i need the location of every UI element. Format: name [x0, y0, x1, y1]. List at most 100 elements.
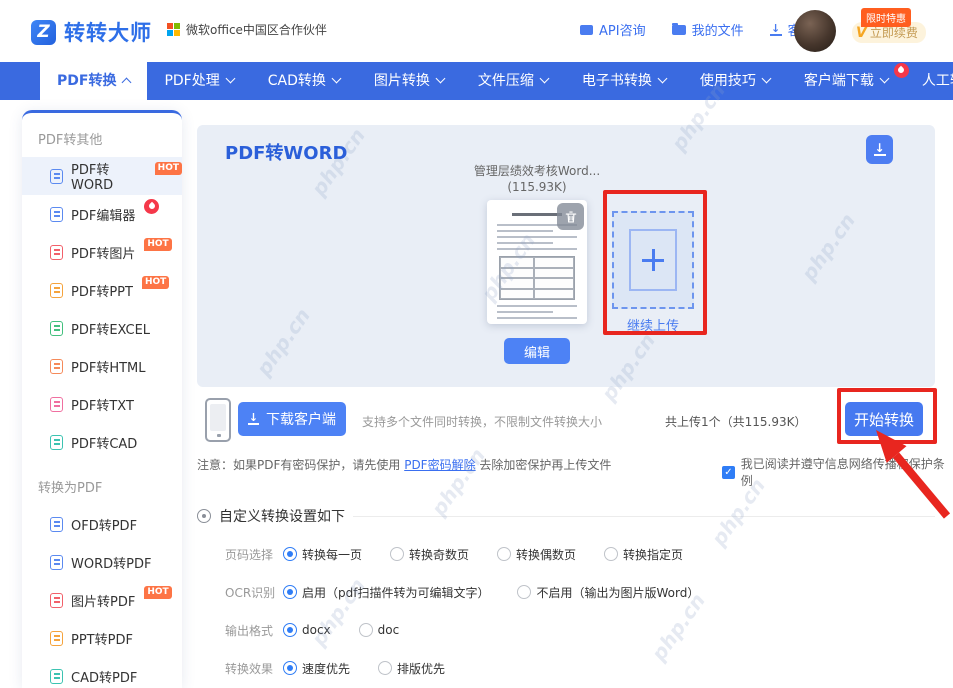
radio-icon[interactable]: [283, 547, 297, 561]
agreement-checkbox[interactable]: ✓: [722, 466, 735, 479]
api-consult-link[interactable]: API咨询: [580, 20, 646, 39]
chevron-down-icon: [879, 74, 889, 84]
nav-item-tips[interactable]: 使用技巧: [683, 62, 787, 100]
hot-badge: HOT: [155, 162, 182, 175]
upload-count: 共上传1个（共115.93K）: [665, 413, 807, 430]
doc-icon: [50, 169, 63, 184]
sidebar-item-word-to-pdf[interactable]: WORD转PDF: [22, 543, 182, 581]
doc-icon: [50, 669, 63, 684]
radio-icon[interactable]: [283, 661, 297, 675]
nav-item-client-download[interactable]: 客户端下载: [787, 62, 905, 100]
sidebar-item-ofd-to-pdf[interactable]: OFD转PDF: [22, 505, 182, 543]
sidebar-item-cad-to-pdf[interactable]: CAD转PDF: [22, 657, 182, 688]
hot-badge: HOT: [142, 276, 169, 289]
download-client-button[interactable]: ↓下载客户端: [238, 402, 346, 436]
sidebar-item-pdf-to-excel[interactable]: PDF转EXCEL: [22, 309, 182, 347]
password-note: 注意：如果PDF有密码保护，请先使用 PDF密码解除 去除加密保护再上传文件: [197, 456, 611, 473]
chevron-down-icon: [657, 74, 667, 84]
sidebar-item-pdf-to-cad[interactable]: PDF转CAD: [22, 423, 182, 461]
radio-option[interactable]: doc: [359, 623, 400, 637]
sidebar-item-pdf-to-word[interactable]: PDF转WORDHOT: [22, 157, 182, 195]
doc-icon: [50, 631, 63, 646]
sidebar-item-pdf-to-ppt[interactable]: PDF转PPTHOT: [22, 271, 182, 309]
radio-icon[interactable]: [604, 547, 618, 561]
sidebar-item-pdf-to-html[interactable]: PDF转HTML: [22, 347, 182, 385]
radio-option[interactable]: 转换每一页: [283, 546, 362, 563]
chevron-down-icon: [761, 74, 771, 84]
radio-icon[interactable]: [283, 623, 297, 637]
doc-icon: [50, 245, 63, 260]
doc-icon: [50, 593, 63, 608]
radio-icon[interactable]: [359, 623, 373, 637]
app-window: Z 转转大师 微软office中国区合作伙伴 API咨询 我的文件 ↓ 客户端 …: [0, 0, 953, 688]
setting-row-convert-effect: 转换效果 速度优先 排版优先: [197, 649, 935, 687]
nav-item-image-convert[interactable]: 图片转换: [357, 62, 461, 100]
header-links: API咨询 我的文件 ↓ 客户端: [580, 20, 827, 39]
radio-icon[interactable]: [378, 661, 392, 675]
radio-option[interactable]: 启用（pdf扫描件转为可编辑文字）: [283, 584, 489, 601]
radio-option[interactable]: 速度优先: [283, 660, 350, 677]
start-convert-button[interactable]: 开始转换: [845, 402, 923, 436]
user-avatar[interactable]: [794, 10, 836, 52]
chat-icon: [580, 25, 593, 35]
gear-icon: [197, 509, 211, 523]
divider: [353, 516, 935, 517]
fire-icon: [144, 199, 159, 214]
doc-icon: [50, 397, 63, 412]
continue-upload-label: 继续上传: [604, 315, 702, 334]
delete-file-button[interactable]: [557, 203, 584, 230]
pdf-password-remove-link[interactable]: PDF密码解除: [404, 458, 475, 472]
sidebar-item-pdf-to-image[interactable]: PDF转图片HOT: [22, 233, 182, 271]
chevron-down-icon: [435, 74, 445, 84]
edit-button[interactable]: 编辑: [504, 338, 570, 364]
sidebar-item-image-to-pdf[interactable]: 图片转PDFHOT: [22, 581, 182, 619]
radio-icon[interactable]: [283, 585, 297, 599]
download-icon: ↓: [770, 24, 782, 36]
logo[interactable]: Z 转转大师: [31, 17, 152, 47]
download-icon: ↓: [248, 413, 259, 425]
nav-item-ebook-convert[interactable]: 电子书转换: [565, 62, 683, 100]
continue-upload-dropzone[interactable]: [612, 211, 694, 309]
download-icon: ↓: [874, 143, 886, 156]
sidebar-item-pdf-editor[interactable]: PDF编辑器: [22, 195, 182, 233]
logo-icon: Z: [31, 20, 56, 45]
agreement-row: ✓ 我已阅读并遵守信息网络传播权保护条例: [722, 455, 953, 489]
radio-option[interactable]: docx: [283, 623, 331, 637]
support-text: 支持多个文件同时转换，不限制文件转换大小: [362, 413, 602, 430]
phone-icon: [205, 398, 231, 442]
panel-download-button[interactable]: ↓: [866, 135, 893, 164]
setting-row-ocr: OCR识别 启用（pdf扫描件转为可编辑文字） 不启用（输出为图片版Word）: [197, 573, 935, 611]
nav-item-file-compress[interactable]: 文件压缩: [461, 62, 565, 100]
nav-item-manual-convert[interactable]: 人工转换HOT: [905, 62, 953, 100]
sidebar-item-pdf-to-txt[interactable]: PDF转TXT: [22, 385, 182, 423]
chevron-down-icon: [539, 74, 549, 84]
nav-item-cad-convert[interactable]: CAD转换: [251, 62, 357, 100]
trash-icon: [564, 210, 578, 224]
radio-option[interactable]: 不启用（输出为图片版Word）: [517, 584, 699, 601]
doc-icon: [50, 321, 63, 336]
promo-badge: 限时特惠: [861, 8, 911, 27]
my-files-link[interactable]: 我的文件: [672, 20, 744, 39]
sidebar-item-ppt-to-pdf[interactable]: PPT转PDF: [22, 619, 182, 657]
chevron-down-icon: [331, 74, 341, 84]
radio-icon[interactable]: [497, 547, 511, 561]
radio-icon[interactable]: [517, 585, 531, 599]
setting-row-output-format: 输出格式 docx doc: [197, 611, 935, 649]
nav-item-pdf-process[interactable]: PDF处理: [147, 62, 250, 100]
settings-header: 自定义转换设置如下: [197, 506, 935, 526]
sidebar-section-title: PDF转其他: [22, 113, 182, 157]
radio-option[interactable]: 转换偶数页: [497, 546, 576, 563]
doc-icon: [50, 555, 63, 570]
settings-rows: 页码选择 转换每一页 转换奇数页 转换偶数页 转换指定页 OCR识别 启用（pd…: [197, 535, 935, 687]
doc-icon: [50, 435, 63, 450]
nav-item-pdf-convert[interactable]: PDF转换: [40, 62, 147, 100]
folder-icon: [672, 25, 686, 35]
microsoft-logo-icon: [167, 23, 180, 36]
radio-option[interactable]: 排版优先: [378, 660, 445, 677]
header: Z 转转大师 微软office中国区合作伙伴 API咨询 我的文件 ↓ 客户端 …: [0, 0, 953, 62]
microsoft-partner: 微软office中国区合作伙伴: [167, 21, 327, 38]
radio-option[interactable]: 转换奇数页: [390, 546, 469, 563]
radio-option[interactable]: 转换指定页: [604, 546, 683, 563]
upload-inner: [629, 229, 677, 291]
radio-icon[interactable]: [390, 547, 404, 561]
